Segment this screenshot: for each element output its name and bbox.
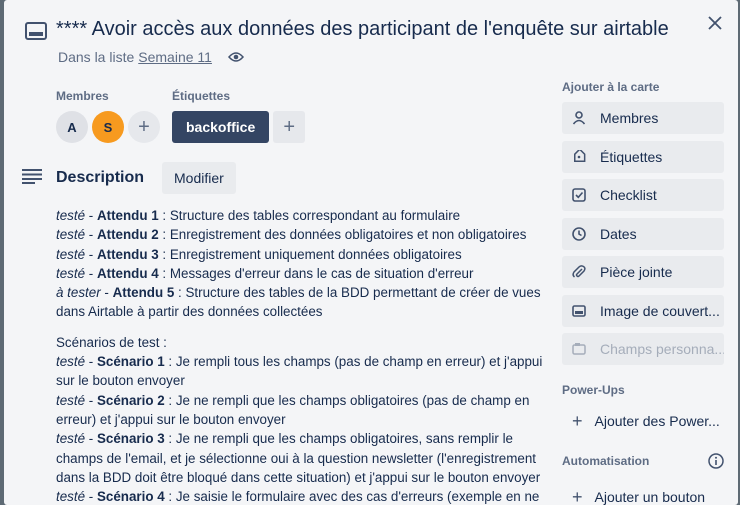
- powerups-title: Power-Ups: [562, 383, 625, 397]
- sidebar-button-label: Membres: [600, 110, 659, 126]
- description-body[interactable]: testé - Attendu 1 : Structure des tables…: [56, 206, 548, 505]
- sidebar-members-button[interactable]: Membres: [562, 102, 724, 134]
- sidebar-labels-button[interactable]: Étiquettes: [562, 140, 724, 173]
- list-info: Dans la liste Semaine 11: [58, 49, 244, 65]
- description-header: Description Modifier: [22, 162, 236, 194]
- automation-title: Automatisation: [562, 454, 650, 468]
- add-powerups-label: Ajouter des Power...: [594, 413, 720, 429]
- sidebar-custom-fields-button[interactable]: Champs personna...: [562, 333, 724, 365]
- description-line: testé - Attendu 3 : Enregistrement uniqu…: [56, 246, 462, 262]
- sidebar-dates-button[interactable]: Dates: [562, 217, 724, 250]
- sidebar-attachment-button[interactable]: Pièce jointe: [562, 256, 724, 288]
- clock-icon: [572, 226, 586, 241]
- members-label: Membres: [56, 89, 109, 103]
- description-icon: [22, 168, 42, 189]
- edit-description-button[interactable]: Modifier: [162, 162, 236, 194]
- description-line: à tester - Attendu 5 : Structure des tab…: [56, 285, 541, 320]
- scenario-line: testé - Scénario 3 : Je ne rempli que le…: [56, 431, 541, 485]
- sidebar-button-label: Dates: [600, 225, 637, 242]
- close-icon: [708, 16, 722, 30]
- label-chip[interactable]: backoffice: [172, 111, 270, 143]
- add-member-button[interactable]: +: [128, 111, 160, 143]
- sidebar-button-label: Image de couvert...: [600, 302, 720, 319]
- sidebar-checklist-button[interactable]: Checklist: [562, 179, 724, 211]
- card-icon: [25, 22, 47, 40]
- sidebar-button-label: Pièce jointe: [600, 264, 673, 280]
- add-powerups-button[interactable]: + Ajouter des Power...: [562, 405, 724, 437]
- sidebar-cover-button[interactable]: Image de couvert...: [562, 294, 724, 327]
- add-label-button[interactable]: +: [273, 111, 306, 143]
- close-button[interactable]: [704, 12, 726, 34]
- sidebar-button-label: Étiquettes: [600, 148, 663, 165]
- scenario-line: testé - Scénario 1 : Je rempli tous les …: [56, 354, 543, 389]
- members-section: Membres A S +: [56, 89, 160, 143]
- sidebar-button-label: Checklist: [600, 187, 657, 203]
- description-line: testé - Attendu 2 : Enregistrement des d…: [56, 227, 527, 243]
- card-title[interactable]: **** Avoir accès aux données des partici…: [56, 18, 696, 41]
- checklist-icon: [572, 188, 586, 202]
- cover-icon: [572, 304, 586, 318]
- list-prefix: Dans la liste: [58, 49, 135, 65]
- description-line: testé - Attendu 1 : Structure des tables…: [56, 208, 461, 223]
- custom-fields-icon: [572, 342, 586, 356]
- add-to-card-title: Ajouter à la carte: [562, 80, 660, 94]
- scenario-line: testé - Scénario 2 : Je ne rempli que le…: [56, 392, 530, 427]
- add-button-button[interactable]: + Ajouter un bouton: [562, 481, 724, 505]
- info-icon[interactable]: [708, 453, 724, 469]
- paperclip-icon: [572, 265, 586, 279]
- description-line: testé - Attendu 4 : Messages d'erreur da…: [56, 265, 474, 281]
- eye-icon[interactable]: [227, 51, 244, 63]
- avatar[interactable]: S: [92, 111, 124, 143]
- avatar[interactable]: A: [56, 111, 88, 143]
- tag-icon: [572, 149, 586, 164]
- plus-icon: +: [572, 486, 583, 505]
- card-sidebar: Ajouter à la carte Membres Étiquettes Ch…: [562, 80, 724, 505]
- card-detail-window: **** Avoir accès aux données des partici…: [4, 0, 738, 505]
- labels-label: Étiquettes: [172, 89, 231, 103]
- scenarios-title: Scénarios de test :: [56, 334, 167, 350]
- add-button-label: Ajouter un bouton: [594, 489, 706, 505]
- plus-icon: +: [572, 410, 583, 431]
- labels-section: Étiquettes backoffice +: [172, 89, 306, 143]
- scenario-line: testé - Scénario 4 : Je saisie le formul…: [56, 489, 540, 505]
- person-icon: [572, 111, 586, 125]
- description-title: Description: [56, 169, 145, 186]
- sidebar-button-label: Champs personna...: [600, 341, 724, 357]
- list-link[interactable]: Semaine 11: [138, 49, 212, 65]
